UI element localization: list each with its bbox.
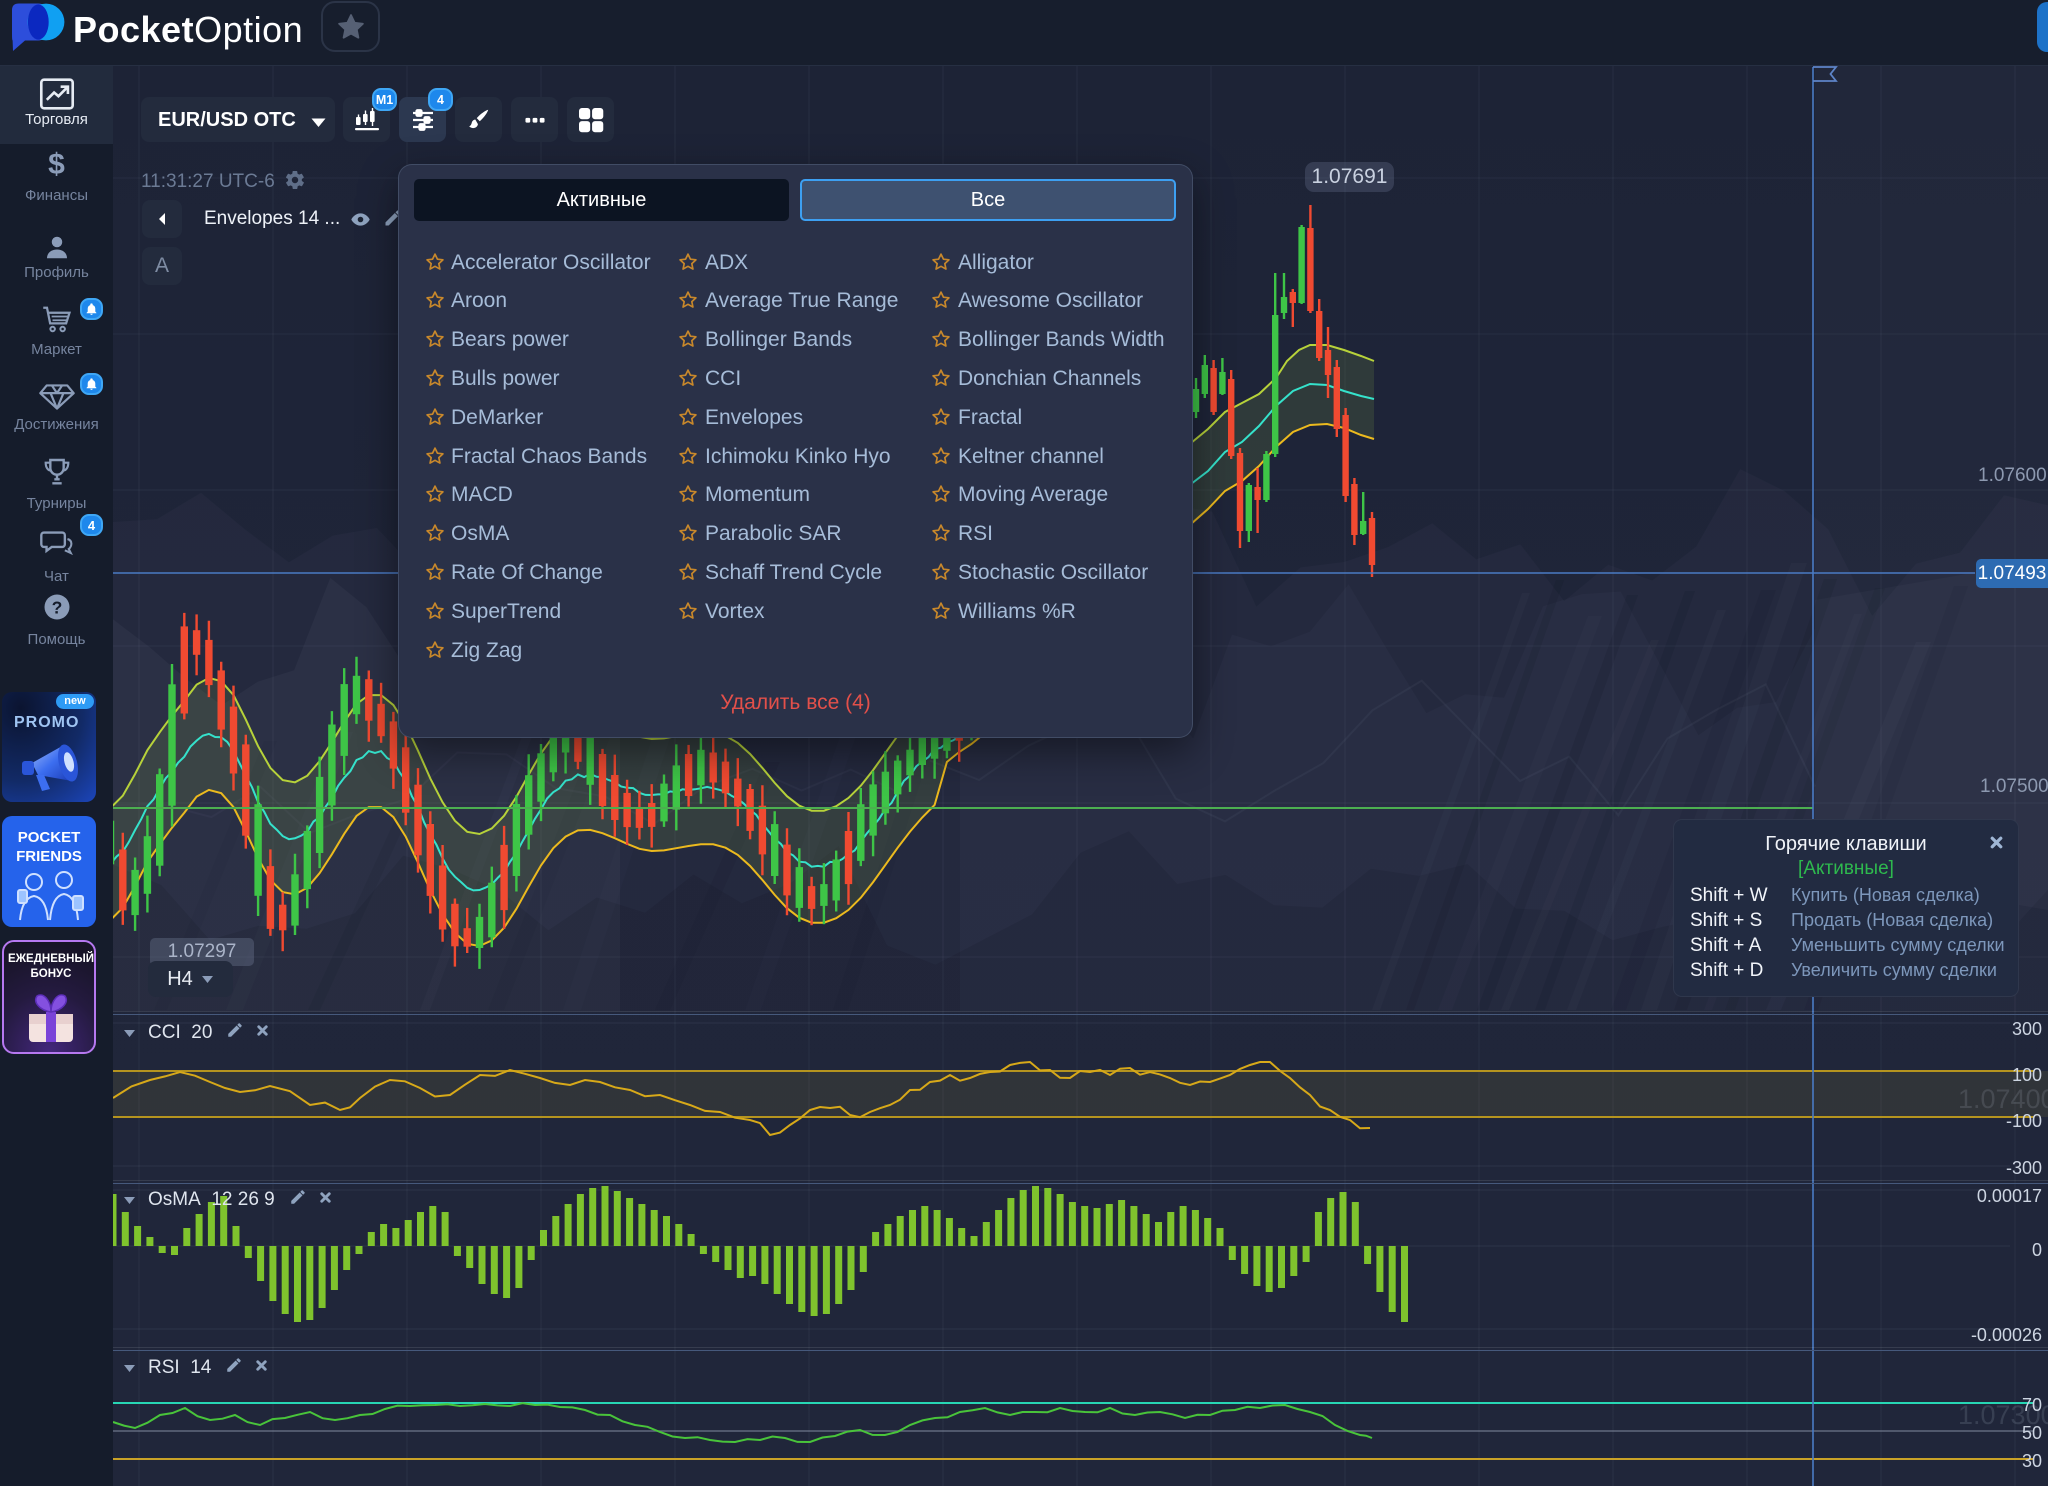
svg-text:?: ?: [51, 597, 62, 617]
